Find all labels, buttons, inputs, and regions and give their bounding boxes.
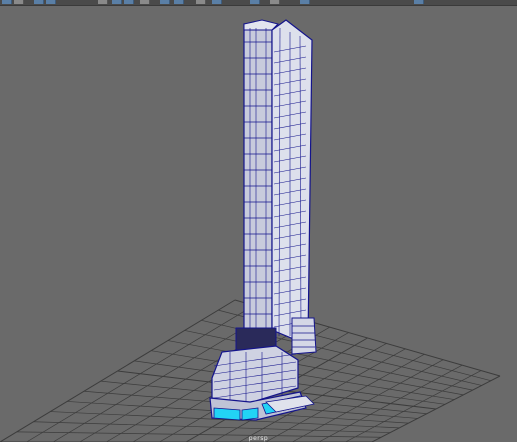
grid-line: [33, 421, 391, 433]
left-shaft-top: [243, 19, 279, 31]
perspective-viewport[interactable]: persp: [0, 0, 517, 442]
grid-line: [371, 375, 501, 442]
selected-face: [241, 407, 259, 421]
selected-face: [213, 407, 241, 421]
left-shaft: [243, 23, 273, 331]
grid-line: [345, 370, 482, 442]
camera-name-label: persp: [248, 435, 269, 442]
tower-mesh[interactable]: [209, 19, 317, 421]
3d-scene[interactable]: [0, 0, 517, 442]
side-pod: [291, 317, 317, 355]
